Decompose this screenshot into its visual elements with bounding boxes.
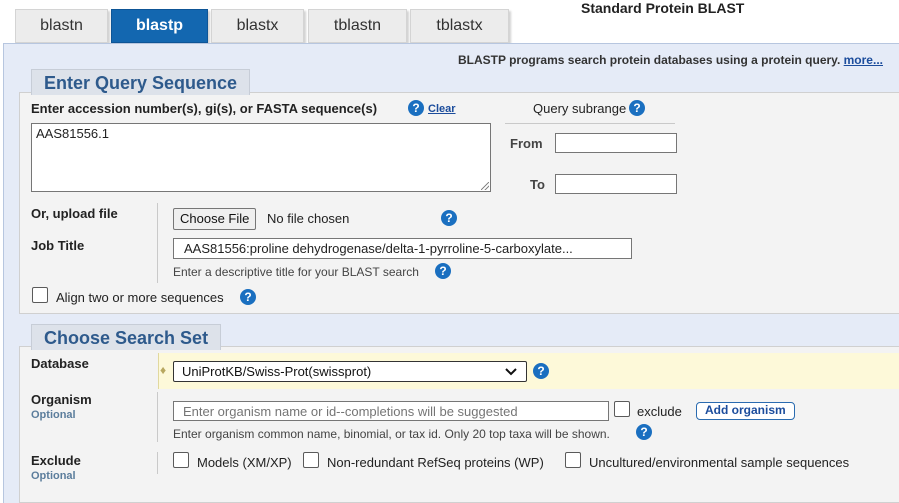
query-subrange-label: Query subrange xyxy=(533,101,627,116)
diamond-icon: ♦ xyxy=(160,363,167,377)
organism-exclude-checkbox[interactable] xyxy=(614,401,630,417)
field-divider xyxy=(157,203,158,283)
chevron-down-icon xyxy=(505,368,517,376)
question-circle-icon[interactable]: ? xyxy=(408,100,424,116)
organism-optional-label: Optional xyxy=(31,409,76,421)
subrange-divider xyxy=(505,123,675,124)
exclude-refseq-label: Non-redundant RefSeq proteins (WP) xyxy=(327,455,544,470)
accession-label: Enter accession number(s), gi(s), or FAS… xyxy=(31,101,378,116)
exclude-optional-label: Optional xyxy=(31,470,76,482)
job-title-input[interactable]: AAS81556:proline dehydrogenase/delta-1-p… xyxy=(173,238,632,259)
database-label: Database xyxy=(31,356,89,371)
exclude-label: Exclude xyxy=(31,453,81,468)
query-sequence-textarea[interactable]: AAS81556.1 xyxy=(31,123,491,192)
page-title: Standard Protein BLAST xyxy=(581,0,745,16)
organism-input[interactable] xyxy=(173,401,609,421)
tab-tblastn[interactable]: tblastn xyxy=(308,9,407,43)
no-file-text: No file chosen xyxy=(267,211,350,226)
tab-blastx[interactable]: blastx xyxy=(211,9,304,43)
job-title-label: Job Title xyxy=(31,238,85,253)
database-select-value: UniProtKB/Swiss-Prot(swissprot) xyxy=(182,364,372,379)
query-sequence-value: AAS81556.1 xyxy=(36,126,110,141)
query-section-legend: Enter Query Sequence xyxy=(31,69,251,95)
question-circle-icon[interactable]: ? xyxy=(636,424,652,440)
more-link[interactable]: more... xyxy=(844,53,883,67)
job-title-hint: Enter a descriptive title for your BLAST… xyxy=(173,265,419,279)
from-input[interactable] xyxy=(555,133,677,153)
database-select[interactable]: UniProtKB/Swiss-Prot(swissprot) xyxy=(173,361,527,382)
tab-blastp[interactable]: blastp xyxy=(111,9,208,43)
align-sequences-checkbox[interactable] xyxy=(32,287,48,303)
exclude-refseq-checkbox[interactable] xyxy=(303,452,319,468)
exclude-models-checkbox[interactable] xyxy=(173,452,189,468)
organism-hint: Enter organism common name, binomial, or… xyxy=(173,427,610,441)
from-label: From xyxy=(510,136,543,151)
tab-blastn[interactable]: blastn xyxy=(15,9,108,43)
program-description-text: BLASTP programs search protein databases… xyxy=(457,53,841,67)
upload-file-label: Or, upload file xyxy=(31,206,118,221)
field-divider xyxy=(157,392,158,442)
align-sequences-label: Align two or more sequences xyxy=(56,290,224,305)
clear-link[interactable]: Clear xyxy=(428,103,456,115)
tab-tblastx[interactable]: tblastx xyxy=(410,9,509,43)
question-circle-icon[interactable]: ? xyxy=(629,100,645,116)
question-circle-icon[interactable]: ? xyxy=(533,363,549,379)
question-circle-icon[interactable]: ? xyxy=(441,210,457,226)
choose-file-button[interactable]: Choose File xyxy=(173,208,257,230)
resize-grip-icon[interactable] xyxy=(481,182,489,190)
to-input[interactable] xyxy=(555,174,677,194)
question-circle-icon[interactable]: ? xyxy=(240,289,256,305)
field-divider xyxy=(157,452,158,474)
program-description: BLASTP programs search protein databases… xyxy=(458,53,883,67)
question-circle-icon[interactable]: ? xyxy=(435,263,451,279)
exclude-uncultured-label: Uncultured/environmental sample sequence… xyxy=(589,455,850,470)
to-label: To xyxy=(530,177,545,192)
exclude-models-label: Models (XM/XP) xyxy=(197,455,292,470)
organism-exclude-label: exclude xyxy=(637,404,682,419)
organism-label: Organism xyxy=(31,392,92,407)
exclude-uncultured-checkbox[interactable] xyxy=(565,452,581,468)
add-organism-button[interactable]: Add organism xyxy=(696,402,795,420)
search-set-legend: Choose Search Set xyxy=(31,324,222,350)
